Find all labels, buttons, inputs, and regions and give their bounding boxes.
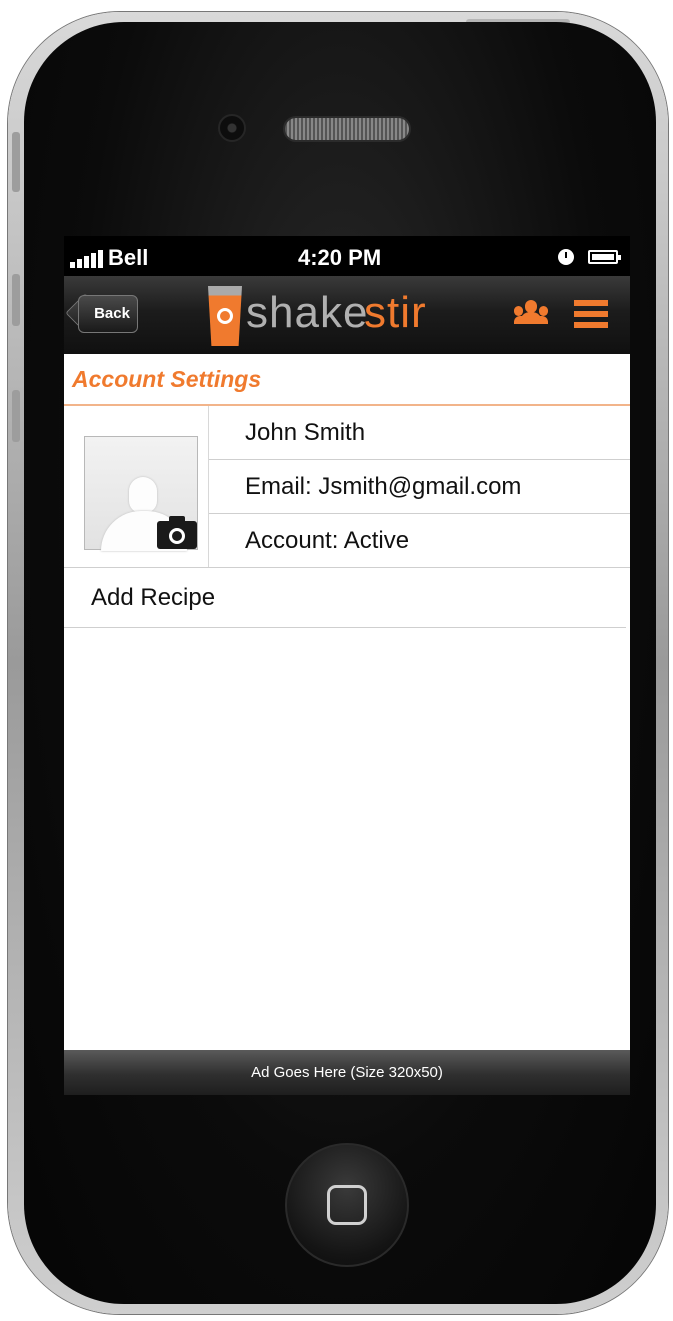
carrier-name: Bell [108, 245, 149, 270]
navigation-bar: Back shake stir [64, 276, 630, 354]
volume-up-button [12, 274, 20, 326]
back-button[interactable]: Back [78, 295, 138, 333]
signal-icon [70, 248, 104, 268]
home-button[interactable] [285, 1143, 409, 1267]
earpiece-speaker [283, 116, 411, 142]
profile-account-status[interactable]: Account: Active [209, 514, 630, 568]
add-recipe-item[interactable]: Add Recipe [64, 568, 626, 628]
home-square-icon [327, 1185, 367, 1225]
front-camera [218, 114, 246, 142]
avatar[interactable] [84, 436, 198, 551]
logo-text-stir: stir [364, 288, 427, 337]
camera-icon[interactable] [157, 516, 197, 549]
friends-icon[interactable] [514, 300, 548, 328]
avatar-placeholder-head [129, 477, 157, 513]
battery-icon [588, 250, 621, 264]
status-time: 4:20 PM [298, 245, 382, 270]
section-header: Account Settings [64, 354, 630, 406]
volume-down-button [12, 390, 20, 442]
menu-icon[interactable] [574, 300, 608, 328]
cup-icon [208, 286, 242, 346]
ad-banner[interactable]: Ad Goes Here (Size 320x50) [64, 1050, 630, 1095]
page-title: Account Settings [72, 366, 262, 392]
shakestir-logo: shake stir [208, 280, 448, 352]
status-bar: Bell 4:20 PM [64, 236, 630, 276]
logo-text-shake: shake [246, 288, 369, 337]
alarm-icon [558, 249, 574, 265]
swirl-icon [217, 308, 233, 324]
profile-card: John Smith Email: Jsmith@gmail.com Accou… [64, 406, 630, 568]
avatar-cell [64, 406, 209, 567]
profile-email[interactable]: Email: Jsmith@gmail.com [209, 460, 630, 514]
app-screen: Bell 4:20 PM Back shake stir Account Set… [64, 236, 630, 1095]
profile-name[interactable]: John Smith [209, 406, 630, 460]
mute-switch [12, 132, 20, 192]
